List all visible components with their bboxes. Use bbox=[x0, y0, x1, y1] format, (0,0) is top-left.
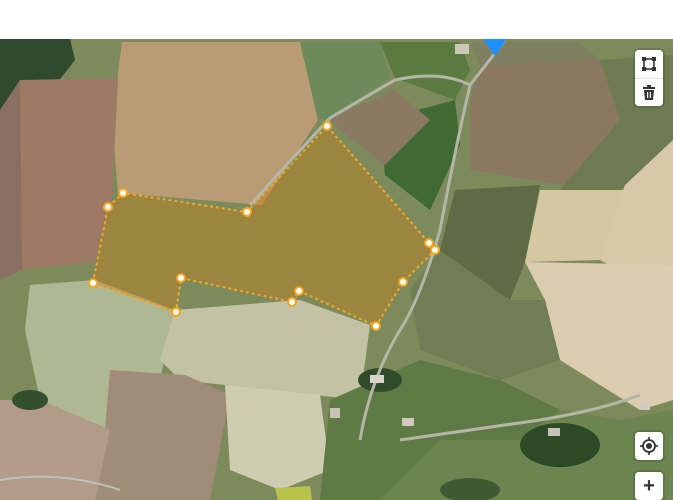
zoom-in-button[interactable]: + bbox=[635, 472, 663, 500]
satellite-imagery bbox=[0, 39, 673, 500]
zoom-control: + bbox=[635, 472, 663, 500]
trash-icon bbox=[643, 84, 655, 100]
geolocate-control bbox=[635, 432, 663, 460]
delete-button[interactable] bbox=[635, 78, 663, 106]
geolocate-button[interactable] bbox=[635, 432, 663, 460]
satellite-map[interactable] bbox=[0, 39, 673, 500]
draw-controls bbox=[635, 50, 663, 106]
locate-icon bbox=[640, 437, 658, 455]
top-bar bbox=[0, 0, 673, 39]
plus-icon: + bbox=[643, 475, 655, 497]
draw-polygon-button[interactable] bbox=[635, 50, 663, 78]
polygon-draw-icon bbox=[642, 57, 656, 71]
